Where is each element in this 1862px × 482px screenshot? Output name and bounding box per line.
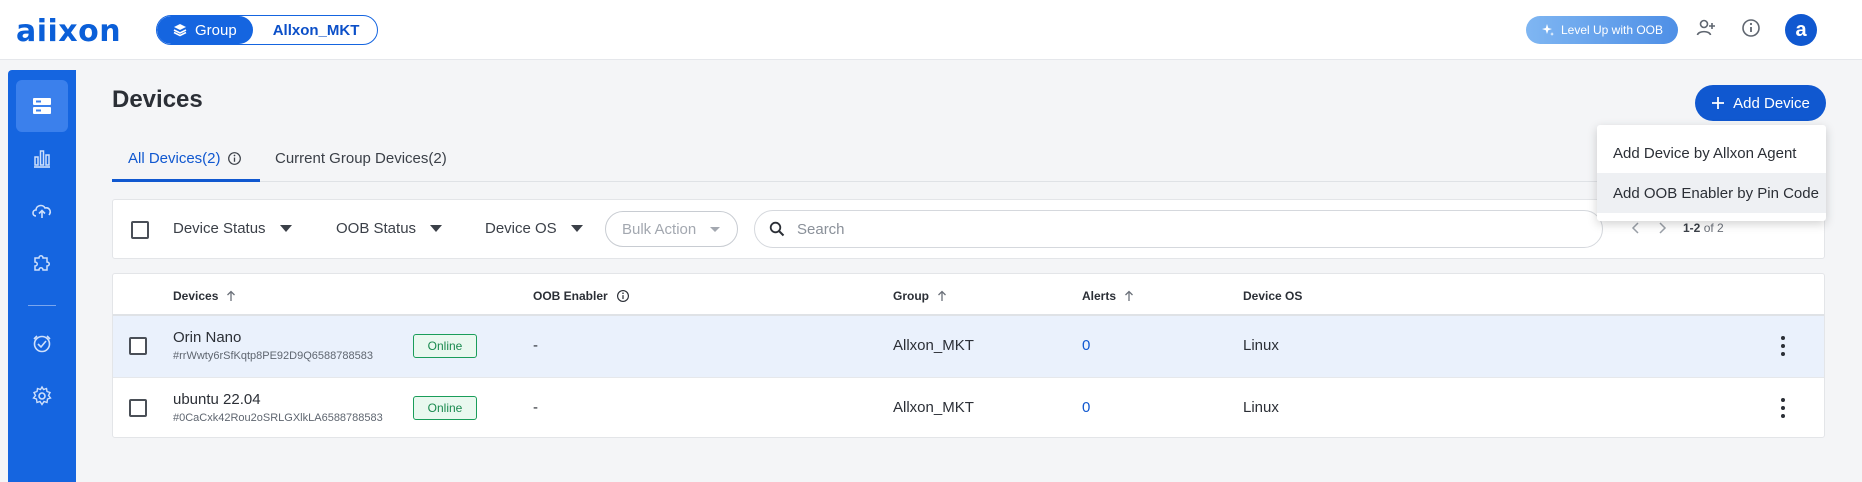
layers-icon [173, 24, 187, 37]
plugin-icon [34, 255, 50, 271]
caret-down-icon [279, 225, 292, 232]
column-header-label: Group [893, 289, 929, 303]
sidebar [8, 70, 76, 482]
sidebar-item-plugins[interactable] [16, 236, 68, 288]
search-input[interactable]: Search [754, 210, 1603, 248]
allxon-logo[interactable]: aiixon [16, 14, 121, 49]
device-name[interactable]: ubuntu 22.04 [173, 391, 261, 408]
tab-all-devices[interactable]: All Devices(2) [128, 150, 242, 167]
sort-arrow-icon [1125, 290, 1133, 301]
caret-down-icon [570, 225, 583, 232]
plus-icon [1712, 97, 1725, 109]
column-header-oob-enabler[interactable]: OOB Enabler [533, 289, 630, 303]
add-device-label: Add Device [1733, 94, 1810, 112]
column-header-group[interactable]: Group [893, 289, 947, 303]
level-up-label: Level Up with OOB [1560, 23, 1664, 37]
bulk-action-label: Bulk Action [622, 220, 697, 238]
sidebar-divider [28, 305, 56, 306]
active-tab-indicator [112, 179, 260, 182]
group-cell: Allxon_MKT [893, 399, 974, 416]
device-os-label: Device OS [485, 220, 557, 237]
pager-total: of 2 [1703, 221, 1724, 235]
oob-status-filter[interactable]: OOB Status [336, 220, 443, 237]
alerts-cell[interactable]: 0 [1082, 337, 1090, 354]
column-header-label: Devices [173, 289, 219, 303]
pager-range: 1-2 [1683, 221, 1701, 235]
bulk-action-select[interactable]: Bulk Action [605, 211, 738, 247]
search-icon [769, 221, 785, 237]
page-title: Devices [112, 86, 203, 113]
device-status-label: Device Status [173, 220, 266, 237]
caret-down-icon [710, 226, 721, 232]
filter-bar: Device Status OOB Status Device OS Bulk … [112, 199, 1825, 259]
row-checkbox[interactable] [129, 399, 147, 417]
sidebar-item-support[interactable] [16, 318, 68, 370]
avatar[interactable]: a [1785, 14, 1817, 46]
table-row[interactable]: Orin Nano #rrWwty6rSfKqtp8PE92D9Q6588788… [113, 316, 1824, 377]
device-name[interactable]: Orin Nano [173, 329, 241, 346]
chevron-left-icon[interactable] [1631, 222, 1641, 234]
table-row[interactable]: ubuntu 22.04 #0CaCxk42Rou2oSRLGXlkLA6588… [113, 378, 1824, 439]
cloud-upload-icon [32, 204, 52, 218]
oob-status-label: OOB Status [336, 220, 417, 237]
settings-icon [32, 385, 52, 406]
pagination: 1-2 of 2 [1631, 221, 1724, 235]
add-user-icon[interactable] [1695, 17, 1721, 43]
top-bar: aiixon Group Allxon_MKT Level Up with OO… [0, 0, 1862, 60]
sidebar-item-updates[interactable] [16, 184, 68, 236]
sparkle-icon [1541, 24, 1554, 36]
info-icon[interactable] [1740, 17, 1766, 43]
device-os-cell: Linux [1243, 337, 1279, 354]
search-placeholder: Search [797, 220, 845, 238]
column-header-device-os[interactable]: Device OS [1243, 289, 1302, 303]
tab-current-group-devices[interactable]: Current Group Devices(2) [275, 150, 447, 167]
sort-arrow-icon [938, 290, 946, 301]
group-switcher[interactable]: Group Allxon_MKT [156, 15, 379, 45]
device-tabs: All Devices(2) Current Group Devices(2) [112, 136, 1825, 182]
select-all-checkbox[interactable] [131, 221, 149, 239]
oob-enabler-cell: - [533, 337, 538, 354]
tab-all-devices-label: All Devices(2) [128, 150, 221, 167]
device-status-filter[interactable]: Device Status [173, 220, 292, 237]
sidebar-item-analytics[interactable] [16, 132, 68, 184]
status-badge: Online [413, 334, 477, 358]
devices-table: Devices OOB Enabler Group Alerts Device … [112, 273, 1825, 438]
caret-down-icon [430, 225, 443, 232]
group-label-segment[interactable]: Group [157, 16, 253, 44]
device-id: #0CaCxk42Rou2oSRLGXlkLA6588788583 [173, 412, 383, 424]
column-header-label: Alerts [1082, 289, 1117, 303]
sidebar-item-settings[interactable] [16, 370, 68, 422]
device-id: #rrWwty6rSfKqtp8PE92D9Q6588788583 [173, 350, 373, 362]
tab-current-group-label: Current Group Devices(2) [275, 150, 447, 167]
chevron-right-icon[interactable] [1657, 222, 1667, 234]
column-header-label: Device OS [1243, 289, 1303, 303]
group-cell: Allxon_MKT [893, 337, 974, 354]
devices-icon [33, 98, 51, 114]
more-actions-icon[interactable] [1780, 336, 1786, 356]
row-checkbox[interactable] [129, 337, 147, 355]
level-up-button[interactable]: Level Up with OOB [1526, 16, 1678, 44]
oob-enabler-cell: - [533, 399, 538, 416]
support-icon [33, 335, 51, 353]
analytics-icon [34, 150, 50, 168]
status-badge: Online [413, 396, 477, 420]
group-label: Group [195, 21, 237, 39]
pager-text: 1-2 of 2 [1683, 221, 1724, 235]
menu-item-add-by-agent[interactable]: Add Device by Allxon Agent [1597, 133, 1826, 173]
info-icon[interactable] [227, 151, 242, 166]
add-device-button[interactable]: Add Device [1695, 85, 1826, 121]
column-header-devices[interactable]: Devices [173, 289, 236, 303]
device-os-cell: Linux [1243, 399, 1279, 416]
column-header-alerts[interactable]: Alerts [1082, 289, 1134, 303]
info-icon[interactable] [616, 289, 630, 303]
add-device-menu: Add Device by Allxon Agent Add OOB Enabl… [1597, 125, 1826, 221]
alerts-cell[interactable]: 0 [1082, 399, 1090, 416]
more-actions-icon[interactable] [1780, 398, 1786, 418]
device-os-filter[interactable]: Device OS [485, 220, 583, 237]
column-header-label: OOB Enabler [533, 289, 608, 303]
group-name[interactable]: Allxon_MKT [253, 22, 378, 39]
sidebar-item-devices[interactable] [16, 80, 68, 132]
menu-item-add-oob-by-pin[interactable]: Add OOB Enabler by Pin Code [1597, 173, 1826, 213]
sort-arrow-icon [227, 290, 236, 301]
